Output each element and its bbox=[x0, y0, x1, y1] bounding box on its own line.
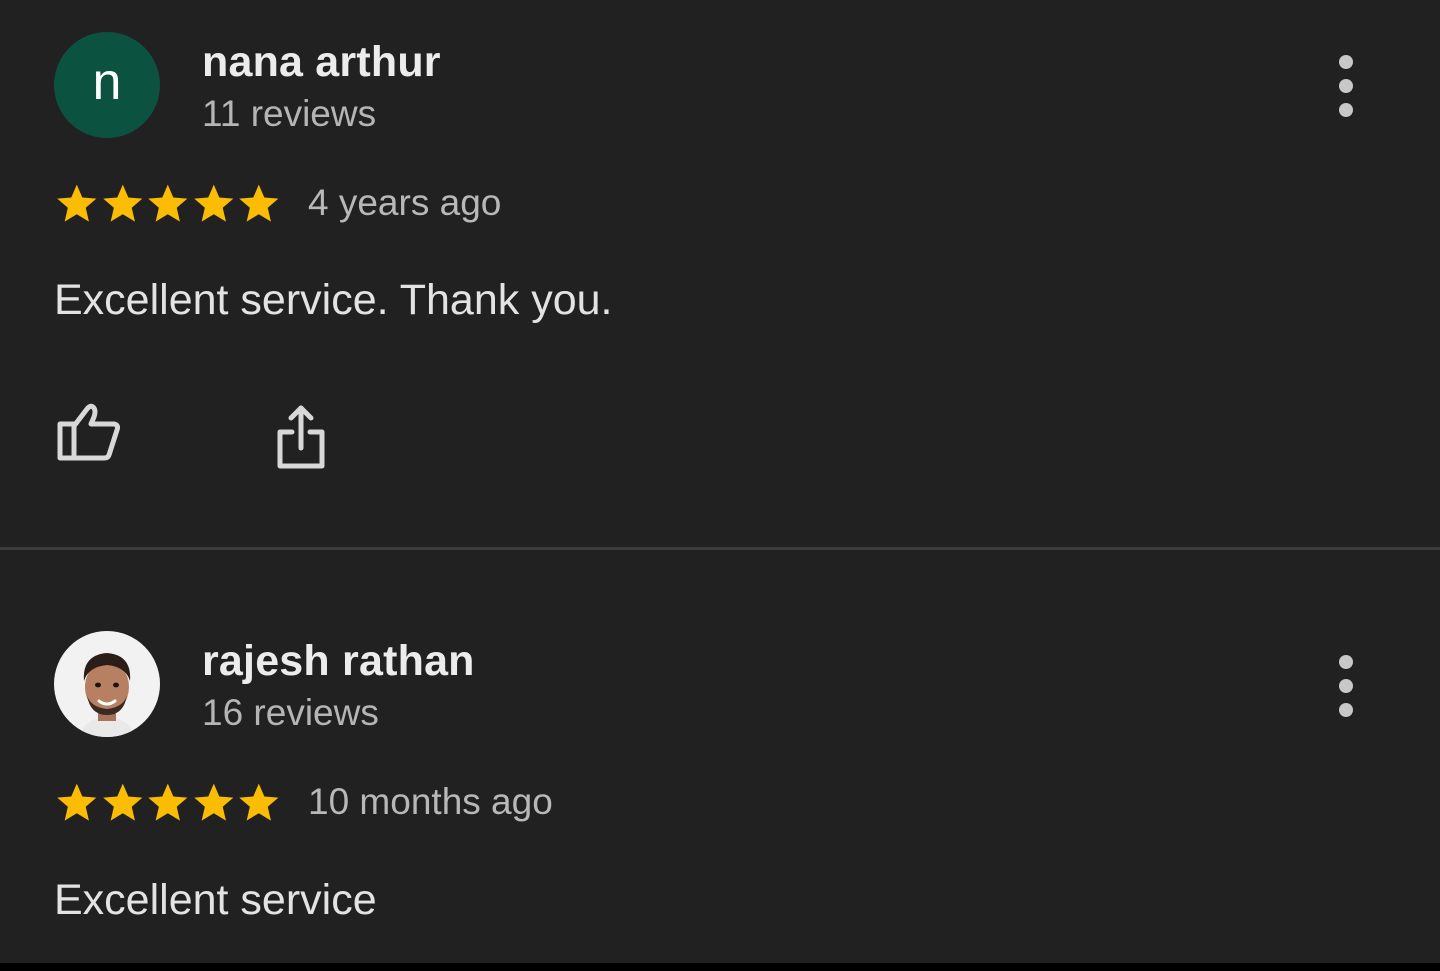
avatar[interactable] bbox=[54, 631, 160, 737]
thumbs-up-icon bbox=[57, 403, 121, 461]
review-date: 4 years ago bbox=[308, 182, 502, 223]
more-vert-icon bbox=[1339, 655, 1353, 669]
star-filled-icon bbox=[148, 184, 188, 222]
review-card: n nana arthur 11 reviews 4 years ago Exc… bbox=[0, 0, 1440, 548]
more-options-button[interactable] bbox=[1328, 55, 1364, 117]
star-filled-icon bbox=[57, 783, 97, 821]
review-text: Excellent service. Thank you. bbox=[54, 276, 613, 324]
more-vert-icon-dot bbox=[1339, 79, 1353, 93]
reviewer-review-count: 11 reviews bbox=[202, 93, 377, 134]
review-text: Excellent service bbox=[54, 876, 377, 924]
star-rating bbox=[54, 780, 282, 824]
like-button[interactable] bbox=[54, 400, 124, 466]
star-filled-icon bbox=[148, 783, 188, 821]
star-rating bbox=[54, 181, 282, 225]
star-filled-icon bbox=[102, 783, 142, 821]
avatar[interactable]: n bbox=[54, 32, 160, 138]
reviewer-review-count: 16 reviews bbox=[202, 692, 379, 733]
review-card: rajesh rathan 16 reviews 10 months ago E… bbox=[0, 550, 1440, 963]
reviewer-name[interactable]: rajesh rathan bbox=[202, 637, 475, 686]
reviews-list: n nana arthur 11 reviews 4 years ago Exc… bbox=[0, 0, 1440, 963]
rating-row: 10 months ago bbox=[54, 777, 553, 827]
star-filled-icon bbox=[239, 184, 279, 222]
review-date: 10 months ago bbox=[308, 781, 553, 822]
more-vert-icon-dot bbox=[1339, 679, 1353, 693]
star-filled-icon bbox=[102, 184, 142, 222]
star-filled-icon bbox=[194, 783, 234, 821]
rating-row: 4 years ago bbox=[54, 178, 501, 228]
more-vert-icon-dot bbox=[1339, 103, 1353, 117]
screen-bottom-edge bbox=[0, 963, 1440, 971]
avatar-initial: n bbox=[92, 53, 122, 111]
star-filled-icon bbox=[57, 184, 97, 222]
more-vert-icon bbox=[1339, 55, 1353, 69]
share-button[interactable] bbox=[270, 402, 334, 474]
more-options-button[interactable] bbox=[1328, 655, 1364, 717]
reviewer-name[interactable]: nana arthur bbox=[202, 38, 441, 87]
star-filled-icon bbox=[239, 783, 279, 821]
star-filled-icon bbox=[194, 184, 234, 222]
more-vert-icon-dot bbox=[1339, 703, 1353, 717]
profile-photo bbox=[54, 631, 160, 737]
share-icon bbox=[277, 405, 325, 469]
